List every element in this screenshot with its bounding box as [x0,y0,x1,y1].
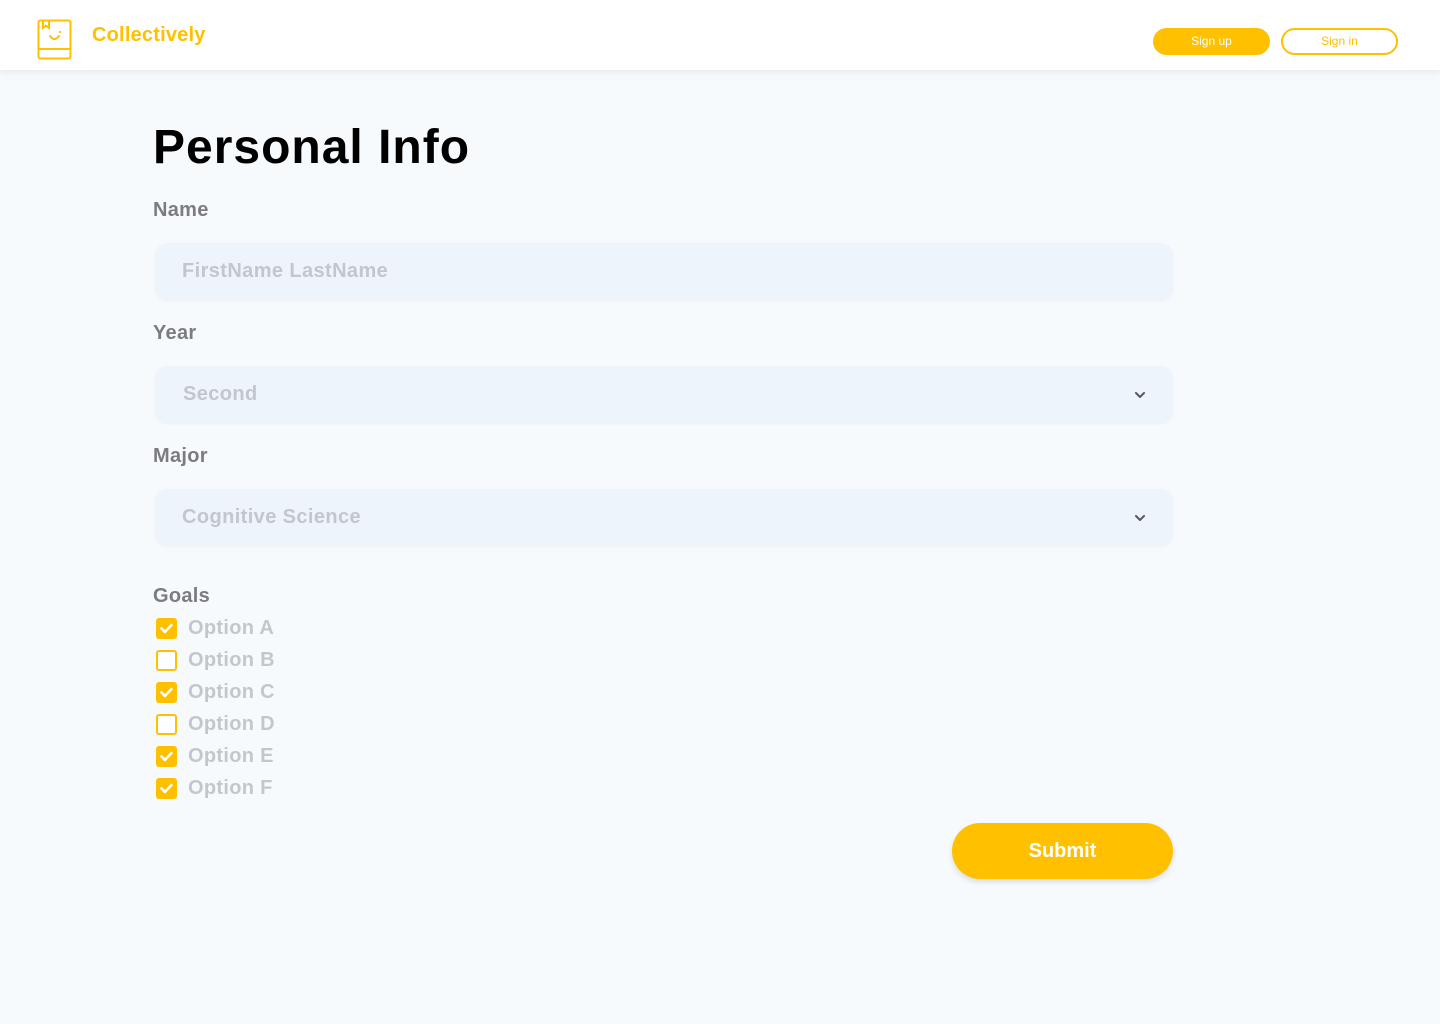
goal-label: Option C [188,680,275,703]
goal-checkbox[interactable] [156,649,177,671]
brand-name[interactable]: Collectively [92,24,206,47]
goals-label: Goals [153,585,211,607]
check-icon [160,623,173,633]
goal-checkbox[interactable] [156,617,177,639]
major-label: Major [153,445,208,467]
submit-button[interactable]: Submit [952,823,1173,879]
name-input[interactable]: FirstName LastName [155,243,1173,300]
page-title: Personal Info [153,121,471,174]
top-nav: Collectively Sign up Sign in [0,0,1440,70]
goal-option-e[interactable]: Option E [156,745,274,767]
sign-up-button[interactable]: Sign up [1153,28,1270,55]
goal-checkbox[interactable] [156,713,177,735]
goal-label: Option E [188,744,274,767]
chevron-down-icon [1135,392,1145,398]
year-selected-value: Second [183,383,258,405]
goal-option-a[interactable]: Option A [156,617,274,639]
major-selected-value: Cognitive Science [182,506,362,528]
goal-option-d[interactable]: Option D [156,713,275,735]
check-icon [160,783,173,793]
sign-in-button[interactable]: Sign in [1281,28,1398,55]
major-select[interactable]: Cognitive Science [155,489,1173,546]
name-label: Name [153,199,209,221]
goal-label: Option A [188,616,275,639]
goal-checkbox[interactable] [156,745,177,767]
goal-option-b[interactable]: Option B [156,649,275,671]
check-icon [160,687,173,697]
goal-option-f[interactable]: Option F [156,777,273,799]
name-placeholder: FirstName LastName [182,260,389,282]
year-label: Year [153,322,197,344]
book-logo-icon[interactable] [37,19,72,60]
goal-checkbox[interactable] [156,681,177,703]
year-select[interactable]: Second [155,366,1173,423]
goal-option-c[interactable]: Option C [156,681,275,703]
chevron-down-icon [1135,515,1145,521]
goal-label: Option F [188,776,273,799]
goal-label: Option B [188,648,275,671]
goal-label: Option D [188,712,275,735]
goal-checkbox[interactable] [156,777,177,799]
check-icon [160,751,173,761]
